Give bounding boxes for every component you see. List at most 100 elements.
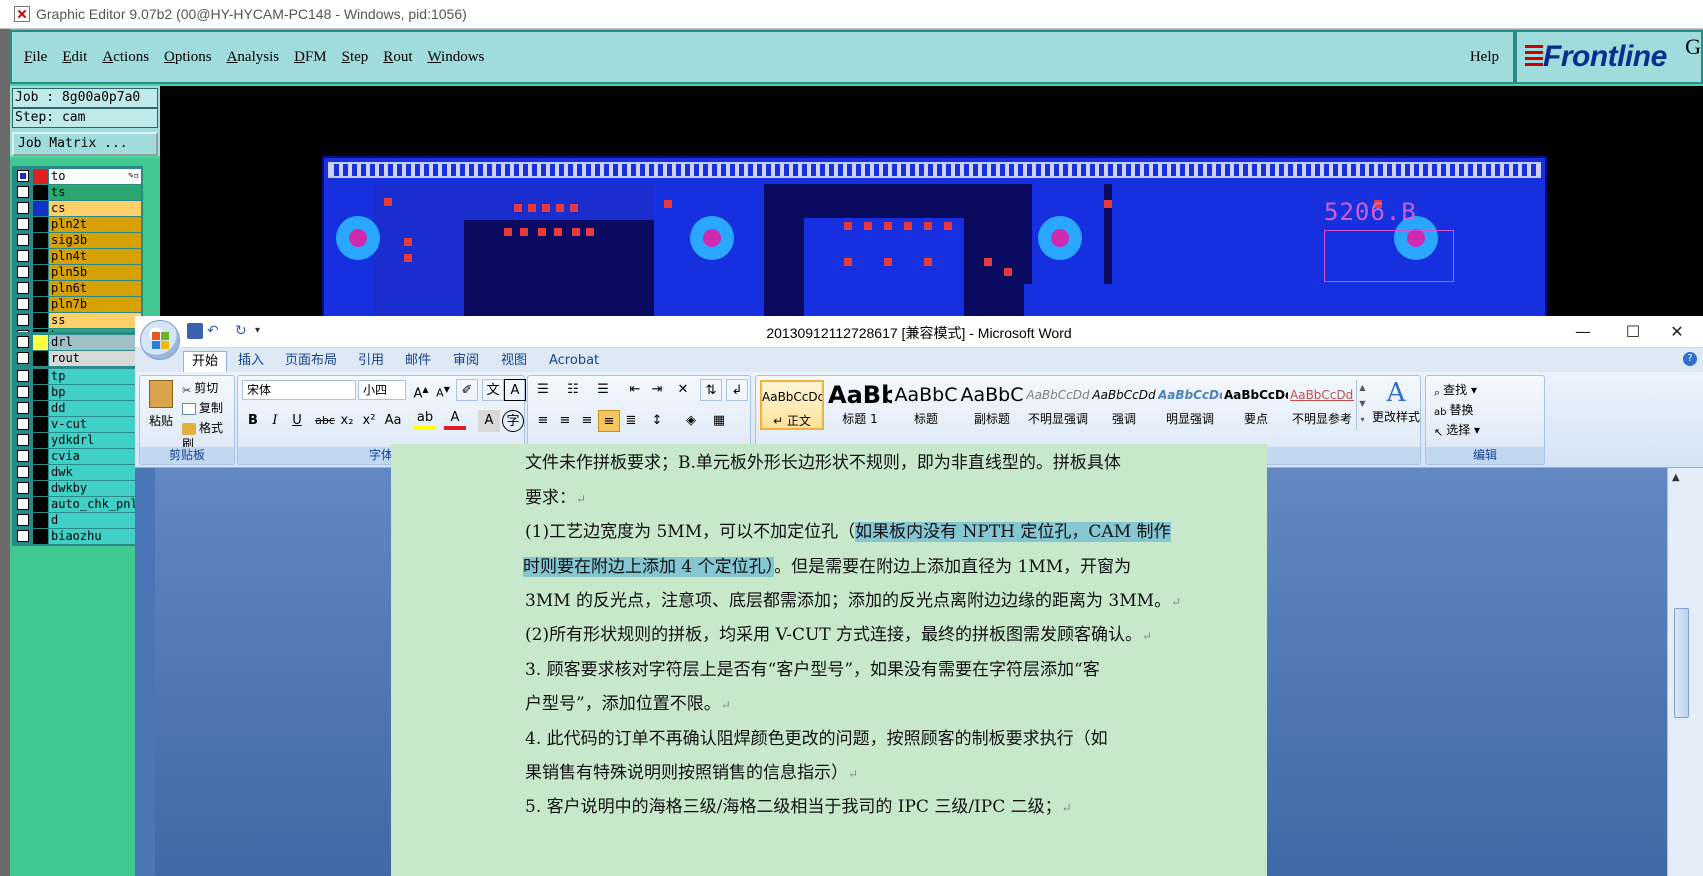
find-button[interactable]: ⌕ 查找 ▾: [1434, 382, 1477, 399]
font-size-select[interactable]: 小四: [358, 380, 406, 400]
layer-row-v-cut[interactable]: v-cut: [14, 416, 141, 432]
graphics-canvas[interactable]: 5206.B: [160, 86, 1703, 316]
tab-mailings[interactable]: 邮件: [397, 351, 439, 372]
layer-row-cs[interactable]: cs: [14, 200, 141, 216]
phonetic-icon[interactable]: 文: [482, 379, 504, 401]
layer-name[interactable]: pln7b: [49, 296, 141, 312]
style-subtitle[interactable]: AaBbC 副标题: [960, 380, 1024, 430]
layer-color-swatch[interactable]: [33, 448, 48, 464]
layer-color-swatch[interactable]: [33, 384, 48, 400]
layer-checkbox[interactable]: [17, 530, 29, 542]
layer-checkbox[interactable]: [17, 434, 29, 446]
shrink-font-icon[interactable]: A▼: [432, 379, 454, 401]
style-intense-emphasis[interactable]: AaBbCcDd 明显强调: [1158, 380, 1222, 430]
tab-insert[interactable]: 插入: [230, 351, 272, 372]
layer-row-dwk[interactable]: dwk: [14, 464, 141, 480]
bullets-icon[interactable]: ☰: [532, 379, 554, 401]
layer-row-pln7b[interactable]: pln7b: [14, 296, 141, 312]
layer-name[interactable]: pln6t: [49, 280, 141, 296]
vertical-scrollbar[interactable]: ▲: [1667, 468, 1703, 876]
layer-row-tp[interactable]: tp: [14, 368, 141, 384]
layer-color-swatch[interactable]: [33, 184, 48, 200]
layer-row-ss[interactable]: ss: [14, 312, 141, 328]
layer-row-ts[interactable]: ts: [14, 184, 141, 200]
job-matrix-button[interactable]: Job Matrix ...: [12, 132, 158, 156]
scroll-up-icon[interactable]: ▲: [1672, 472, 1680, 483]
justify-icon[interactable]: ≡: [598, 410, 620, 432]
layer-row-pln2t[interactable]: pln2t: [14, 216, 141, 232]
layer-name[interactable]: to ✎▫: [49, 168, 141, 184]
layer-color-swatch[interactable]: [33, 464, 48, 480]
font-name-select[interactable]: 宋体: [242, 380, 356, 400]
layer-color-swatch[interactable]: [33, 512, 48, 528]
maximize-button[interactable]: ☐: [1613, 319, 1653, 345]
layer-color-swatch[interactable]: [33, 296, 48, 312]
layer-checkbox[interactable]: [17, 402, 29, 414]
menu-analysis[interactable]: Analysis: [227, 49, 280, 66]
layer-color-swatch[interactable]: [33, 232, 48, 248]
layer-checkbox[interactable]: [17, 234, 29, 246]
sort-icon[interactable]: ⇅: [700, 379, 722, 401]
layer-row-auto_chk_pnl[interactable]: auto_chk_pnl: [14, 496, 141, 512]
layer-checkbox[interactable]: [17, 282, 29, 294]
layer-color-swatch[interactable]: [33, 528, 48, 544]
tab-view[interactable]: 视图: [493, 351, 535, 372]
highlight-icon[interactable]: ab: [414, 410, 436, 430]
style-strong[interactable]: AaBbCcDd 要点: [1224, 380, 1288, 430]
tab-references[interactable]: 引用: [350, 351, 392, 372]
layer-row-pln5b[interactable]: pln5b: [14, 264, 141, 280]
grow-font-icon[interactable]: A▲: [410, 379, 432, 401]
style-subtle-reference[interactable]: AaBbCcDdl 不明显参考: [1290, 380, 1354, 430]
menu-rout[interactable]: Rout: [383, 49, 412, 66]
layer-checkbox[interactable]: [17, 218, 29, 230]
menu-actions[interactable]: Actions: [102, 49, 149, 66]
layer-checkbox[interactable]: [17, 466, 29, 478]
style-emphasis[interactable]: AaBbCcDd 强调: [1092, 380, 1156, 430]
increase-indent-icon[interactable]: ⇥: [646, 379, 668, 401]
layer-color-swatch[interactable]: [33, 168, 48, 184]
char-shading-icon[interactable]: A: [478, 410, 500, 432]
layer-color-swatch[interactable]: [33, 248, 48, 264]
layer-name[interactable]: pln5b: [49, 264, 141, 280]
layer-name[interactable]: dwkby: [49, 480, 141, 496]
layer-color-swatch[interactable]: [33, 264, 48, 280]
office-button[interactable]: [140, 320, 180, 360]
close-button[interactable]: ✕: [1657, 319, 1697, 345]
layer-checkbox[interactable]: [17, 352, 29, 364]
layer-checkbox[interactable]: [17, 482, 29, 494]
layer-row-pln6t[interactable]: pln6t: [14, 280, 141, 296]
layer-checkbox[interactable]: [17, 170, 29, 182]
layer-row-to[interactable]: to ✎▫: [14, 168, 141, 184]
layer-checkbox[interactable]: [17, 386, 29, 398]
layer-color-swatch[interactable]: [33, 216, 48, 232]
layer-name[interactable]: bp: [49, 384, 141, 400]
char-border-icon[interactable]: A: [504, 379, 526, 401]
layer-row-drl[interactable]: drl: [14, 334, 141, 350]
menu-dfm[interactable]: DFM: [294, 49, 327, 66]
layer-color-swatch[interactable]: [33, 480, 48, 496]
layer-name[interactable]: biaozhu: [49, 528, 141, 544]
layer-color-swatch[interactable]: [33, 312, 48, 328]
menu-step[interactable]: Step: [342, 49, 369, 66]
layer-color-swatch[interactable]: [33, 334, 48, 350]
line-spacing-icon[interactable]: ↕: [646, 410, 668, 432]
layer-checkbox[interactable]: [17, 298, 29, 310]
layer-checkbox[interactable]: [17, 450, 29, 462]
layer-color-swatch[interactable]: [33, 416, 48, 432]
layer-name[interactable]: cvia: [49, 448, 141, 464]
menu-file[interactable]: File: [24, 49, 47, 66]
layer-name[interactable]: dd: [49, 400, 141, 416]
layer-checkbox[interactable]: [17, 202, 29, 214]
layer-name[interactable]: sig3b: [49, 232, 141, 248]
layer-color-swatch[interactable]: [33, 350, 48, 366]
paste-button[interactable]: 粘贴: [146, 380, 176, 436]
layer-checkbox[interactable]: [17, 266, 29, 278]
menu-windows[interactable]: Windows: [427, 49, 484, 66]
layer-name[interactable]: v-cut: [49, 416, 141, 432]
menu-options[interactable]: Options: [164, 49, 212, 66]
bold-button[interactable]: B: [242, 410, 264, 432]
layer-row-biaozhu[interactable]: biaozhu: [14, 528, 141, 544]
select-button[interactable]: ↖ 选择 ▾: [1434, 422, 1480, 439]
scroll-thumb[interactable]: [1674, 608, 1689, 718]
style-subtle-emphasis[interactable]: AaBbCcDd 不明显强调: [1026, 380, 1090, 430]
